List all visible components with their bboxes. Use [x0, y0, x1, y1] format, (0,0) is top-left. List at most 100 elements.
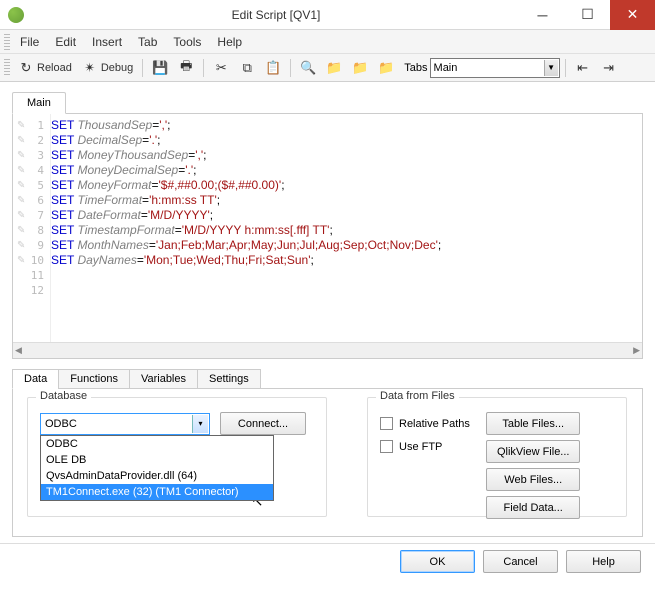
menu-tools[interactable]: Tools	[165, 33, 209, 51]
cut-icon: ✂	[213, 60, 229, 76]
web-files-button[interactable]: Web Files...	[486, 468, 581, 491]
code-editor[interactable]: ✎1✎2✎3✎4✎5✎6✎7✎8✎9✎101112 SET ThousandSe…	[12, 114, 643, 359]
chevron-down-icon: ▼	[544, 60, 558, 76]
code-line[interactable]: SET ThousandSep=',';	[51, 118, 642, 133]
menu-tab[interactable]: Tab	[130, 33, 165, 51]
use-ftp-checkbox[interactable]	[380, 440, 393, 453]
editor-tab-main[interactable]: Main	[12, 92, 66, 114]
option-oledb[interactable]: OLE DB	[41, 452, 273, 468]
folder-icon: 📁	[326, 60, 342, 76]
titlebar: Edit Script [QV1] ─ ☐ ✕	[0, 0, 655, 30]
window-controls: ─ ☐ ✕	[520, 0, 655, 30]
use-ftp-label: Use FTP	[399, 441, 442, 453]
reload-button[interactable]: ↻Reload	[14, 58, 76, 78]
code-line[interactable]: SET MonthNames='Jan;Feb;Mar;Apr;May;Jun;…	[51, 238, 642, 253]
database-legend: Database	[36, 390, 91, 402]
tab-functions[interactable]: Functions	[58, 369, 130, 389]
tab-data[interactable]: Data	[12, 369, 59, 389]
debug-label: Debug	[101, 62, 133, 74]
cancel-button[interactable]: Cancel	[483, 550, 558, 573]
separator	[203, 59, 204, 77]
code-line[interactable]: SET MoneyDecimalSep='.';	[51, 163, 642, 178]
search-button[interactable]: 🔍	[296, 58, 320, 78]
maximize-button[interactable]: ☐	[565, 0, 610, 30]
menu-help[interactable]: Help	[209, 33, 250, 51]
nav1-button[interactable]: ⇤	[571, 58, 595, 78]
files-checks: Relative Paths Use FTP	[380, 412, 470, 519]
code-line[interactable]: SET DateFormat='M/D/YYYY';	[51, 208, 642, 223]
option-tm1connect[interactable]: TM1Connect.exe (32) (TM1 Connector)	[41, 484, 273, 500]
gutter-line: ✎3	[13, 148, 50, 163]
menu-file[interactable]: File	[12, 33, 47, 51]
gutter-line: ✎8	[13, 223, 50, 238]
gutter-line: ✎5	[13, 178, 50, 193]
folder2-button[interactable]: 📁	[348, 58, 372, 78]
code-line[interactable]: SET TimestampFormat='M/D/YYYY h:mm:ss[.f…	[51, 223, 642, 238]
code-line[interactable]: SET TimeFormat='h:mm:ss TT';	[51, 193, 642, 208]
app-icon	[8, 7, 24, 23]
ok-button[interactable]: OK	[400, 550, 475, 573]
code-body[interactable]: SET ThousandSep=',';SET DecimalSep='.';S…	[51, 114, 642, 358]
tabs-label: Tabs	[404, 62, 427, 74]
folder-icon: 📁	[352, 60, 368, 76]
field-data-button[interactable]: Field Data...	[486, 496, 581, 519]
gutter-line: ✎10	[13, 253, 50, 268]
tabs-combo[interactable]: Main ▼	[430, 58, 560, 78]
save-icon: 💾	[152, 60, 168, 76]
qlikview-file-button[interactable]: QlikView File...	[486, 440, 581, 463]
use-ftp-row[interactable]: Use FTP	[380, 440, 470, 453]
debug-button[interactable]: ✴Debug	[78, 58, 137, 78]
database-combo[interactable]: ODBC ▾ ODBC OLE DB QvsAdminDataProvider.…	[40, 413, 210, 435]
bug-icon: ✴	[82, 60, 98, 76]
lower-section: Data Functions Variables Settings Databa…	[0, 363, 655, 543]
gutter-line: 11	[13, 268, 50, 283]
help-button[interactable]: Help	[566, 550, 641, 573]
menu-edit[interactable]: Edit	[47, 33, 84, 51]
relative-paths-checkbox[interactable]	[380, 417, 393, 430]
horizontal-scrollbar[interactable]: ◀▶	[13, 342, 642, 358]
code-line[interactable]	[51, 283, 642, 298]
separator	[290, 59, 291, 77]
table-files-button[interactable]: Table Files...	[486, 412, 581, 435]
indent-left-icon: ⇤	[575, 60, 591, 76]
reload-icon: ↻	[18, 60, 34, 76]
connect-button[interactable]: Connect...	[220, 412, 306, 435]
tab-variables[interactable]: Variables	[129, 369, 198, 389]
data-panel: Database ODBC ▾ ODBC OLE DB QvsAdminData…	[12, 389, 643, 537]
paste-button[interactable]: 📋	[261, 58, 285, 78]
separator	[565, 59, 566, 77]
database-row: ODBC ▾ ODBC OLE DB QvsAdminDataProvider.…	[40, 412, 314, 435]
relative-paths-label: Relative Paths	[399, 418, 470, 430]
gutter-line: ✎2	[13, 133, 50, 148]
save-button[interactable]: 💾	[148, 58, 172, 78]
menubar: File Edit Insert Tab Tools Help	[0, 30, 655, 54]
gutter-line: ✎4	[13, 163, 50, 178]
gutter-line: ✎1	[13, 118, 50, 133]
code-line[interactable]: SET DayNames='Mon;Tue;Wed;Thu;Fri;Sat;Su…	[51, 253, 642, 268]
lower-tabs: Data Functions Variables Settings	[12, 369, 643, 389]
menu-insert[interactable]: Insert	[84, 33, 130, 51]
option-odbc[interactable]: ODBC	[41, 436, 273, 452]
tab-settings[interactable]: Settings	[197, 369, 261, 389]
option-qvsadmin[interactable]: QvsAdminDataProvider.dll (64)	[41, 468, 273, 484]
code-line[interactable]: SET MoneyFormat='$#,##0.00;($#,##0.00)';	[51, 178, 642, 193]
print-icon: 🖶	[178, 60, 194, 76]
code-line[interactable]: SET MoneyThousandSep=',';	[51, 148, 642, 163]
close-button[interactable]: ✕	[610, 0, 655, 30]
folder3-button[interactable]: 📁	[374, 58, 398, 78]
search-icon: 🔍	[300, 60, 316, 76]
window-title: Edit Script [QV1]	[32, 8, 520, 22]
code-line[interactable]: SET DecimalSep='.';	[51, 133, 642, 148]
relative-paths-row[interactable]: Relative Paths	[380, 417, 470, 430]
paste-icon: 📋	[265, 60, 281, 76]
code-line[interactable]	[51, 268, 642, 283]
editor-tabs: Main	[12, 92, 643, 114]
minimize-button[interactable]: ─	[520, 0, 565, 30]
grip-icon	[4, 59, 10, 77]
folder1-button[interactable]: 📁	[322, 58, 346, 78]
cut-button[interactable]: ✂	[209, 58, 233, 78]
copy-button[interactable]: ⧉	[235, 58, 259, 78]
print-button[interactable]: 🖶	[174, 58, 198, 78]
separator	[142, 59, 143, 77]
nav2-button[interactable]: ⇥	[597, 58, 621, 78]
